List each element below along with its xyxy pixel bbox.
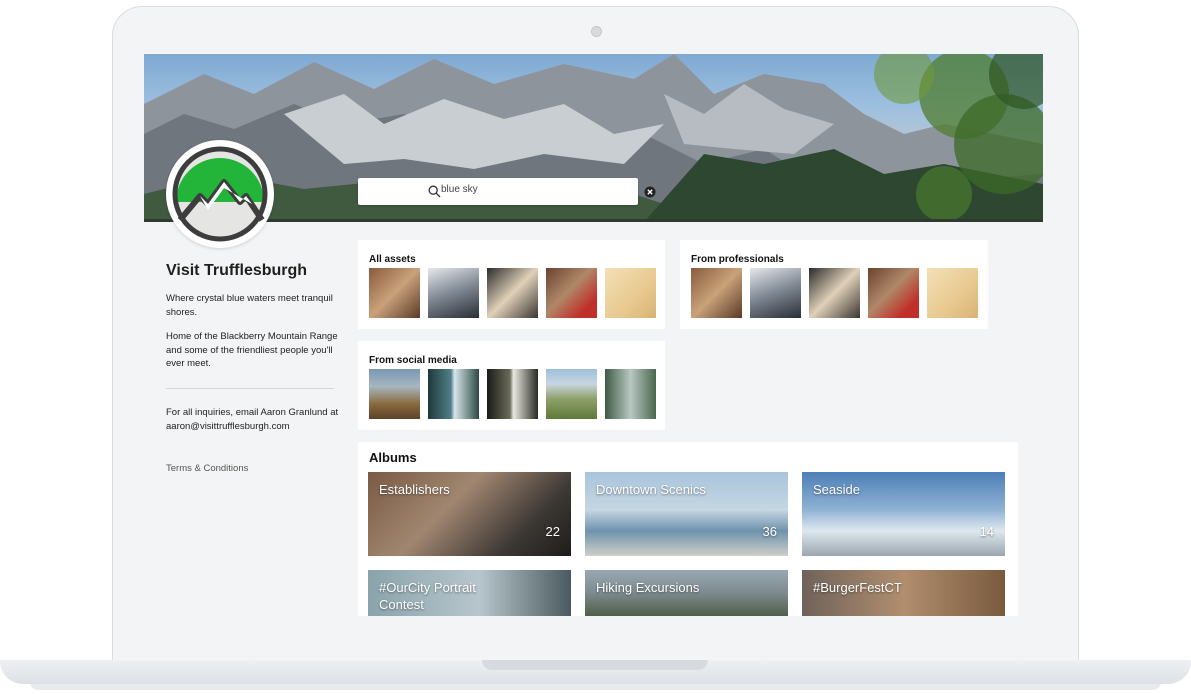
asset-thumbnail[interactable] [750,268,801,318]
asset-thumbnail[interactable] [546,369,597,419]
asset-thumbnail[interactable] [691,268,742,318]
from-social-media-title: From social media [369,355,457,366]
asset-thumbnail[interactable] [428,369,479,419]
album-name: Downtown Scenics [596,482,706,497]
laptop-notch [482,660,708,670]
album-tile-establishers[interactable]: Establishers 22 [368,472,571,556]
asset-thumbnail[interactable] [605,268,656,318]
albums-title: Albums [369,450,417,465]
album-name: #BurgerFestCT [813,580,902,595]
asset-thumbnail[interactable] [369,268,420,318]
asset-thumbnail[interactable] [927,268,978,318]
album-name: #OurCity Portrait Contest [379,580,476,612]
album-tile-hiking-excursions[interactable]: Hiking Excursions [585,570,788,616]
asset-thumbnail[interactable] [487,369,538,419]
album-count: 22 [545,524,560,539]
description: Home of the Blackberry Mountain Range an… [166,331,338,369]
contact-info: For all inquiries, email Aaron Granlund … [166,407,339,432]
from-professionals-card[interactable]: From professionals [680,240,988,329]
from-social-media-card[interactable]: From social media [358,341,665,430]
asset-thumbnail[interactable] [605,369,656,419]
tagline: Where crystal blue waters meet tranquil … [166,293,333,318]
search-input[interactable]: blue sky [441,184,478,195]
hero-bottom-border [144,219,1043,222]
album-tile-downtown-scenics[interactable]: Downtown Scenics 36 [585,472,788,556]
asset-thumbnail[interactable] [546,268,597,318]
screen: blue sky Visit Trufflesburgh Where cryst… [144,54,1043,616]
asset-thumbnail[interactable] [487,268,538,318]
clear-search-icon[interactable] [644,185,656,198]
sidebar-divider [166,388,334,389]
album-tile-ourcity-portrait-contest[interactable]: #OurCity Portrait Contest [368,570,571,616]
terms-link[interactable]: Terms & Conditions [166,463,248,474]
from-professionals-title: From professionals [691,254,784,265]
album-count: 36 [762,524,777,539]
album-name: Hiking Excursions [596,580,700,595]
album-name: Establishers [379,482,450,497]
page-title: Visit Trufflesburgh [166,262,308,279]
all-assets-card[interactable]: All assets [358,240,665,329]
search-icon [428,185,441,198]
brand-logo [166,140,274,248]
all-assets-title: All assets [369,254,416,265]
album-tile-burgerfestct[interactable]: #BurgerFestCT [802,570,1005,616]
search-box[interactable]: blue sky [358,178,656,205]
album-name: Seaside [813,482,860,497]
album-count: 14 [979,524,994,539]
asset-thumbnail[interactable] [868,268,919,318]
asset-thumbnail[interactable] [809,268,860,318]
album-tile-seaside[interactable]: Seaside 14 [802,472,1005,556]
albums-card: Albums Establishers 22 Downtown Scenics … [358,442,1018,616]
asset-thumbnail[interactable] [428,268,479,318]
asset-thumbnail[interactable] [369,369,420,419]
camera-icon [591,26,602,37]
